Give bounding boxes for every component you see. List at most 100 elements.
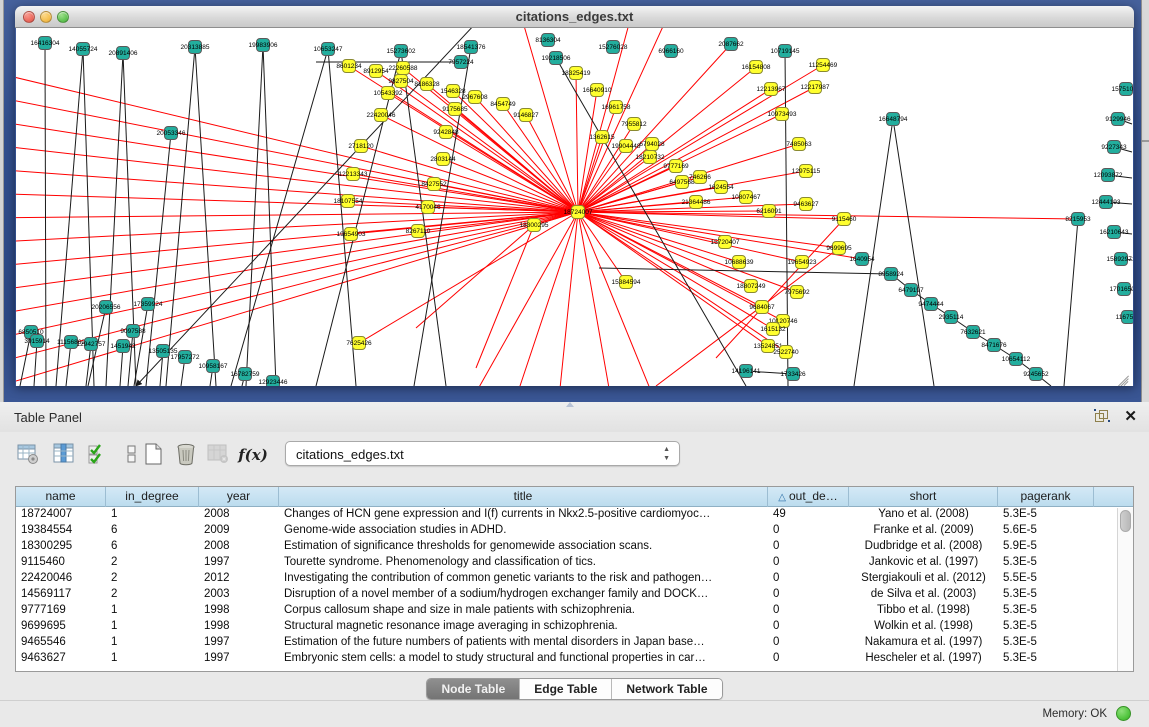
table-cell[interactable]: 1997 [199, 651, 279, 667]
table-cell[interactable]: Nakamura et al. (1997) [849, 635, 998, 651]
table-cell[interactable]: 0 [768, 539, 849, 555]
function-builder-icon[interactable]: f(x) [236, 440, 270, 470]
graph-node[interactable]: 20053346 [164, 126, 178, 140]
graph-node[interactable]: 15720407 [718, 235, 732, 249]
float-panel-icon[interactable] [1095, 410, 1109, 424]
graph-node[interactable]: 11254469 [816, 58, 830, 72]
table-cell[interactable]: 9463627 [16, 651, 106, 667]
table-cell[interactable]: Wolkin et al. (1998) [849, 619, 998, 635]
citation-edge-red[interactable] [401, 81, 578, 212]
table-row[interactable]: 1938455462009Genome-wide association stu… [16, 523, 1133, 539]
graph-node[interactable]: 9097588 [126, 324, 140, 338]
network-window-titlebar[interactable]: citations_edges.txt [15, 6, 1134, 28]
graph-node[interactable]: 6966160 [664, 44, 678, 58]
table-cell[interactable]: 0 [768, 635, 849, 651]
table-row[interactable]: 1830029562008Estimation of significance … [16, 539, 1133, 555]
table-cell[interactable]: Tourette syndrome. Phenomenology and cla… [279, 555, 768, 571]
delete-trash-icon[interactable] [172, 440, 200, 470]
graph-node[interactable]: 12942757 [84, 337, 98, 351]
table-cell[interactable]: 19384554 [16, 523, 106, 539]
citation-edge-black[interactable] [45, 43, 46, 386]
table-row[interactable]: 2242004622012Investigating the contribut… [16, 571, 1133, 587]
graph-node[interactable]: 18300295 [527, 218, 541, 232]
graph-node[interactable]: 20891406 [116, 46, 130, 60]
graph-node[interactable]: 12217987 [808, 80, 822, 94]
graph-node[interactable]: 2522740 [779, 345, 793, 359]
table-cell[interactable]: 1 [106, 507, 199, 523]
table-cell[interactable]: 2003 [199, 587, 279, 603]
graph-node[interactable]: 16782759 [238, 367, 252, 381]
citation-edge-black[interactable] [83, 49, 94, 386]
table-cell[interactable]: 1997 [199, 635, 279, 651]
graph-node[interactable]: 10654112 [1009, 352, 1023, 366]
graph-node[interactable]: 7975692 [790, 285, 804, 299]
citation-edge-red[interactable] [578, 212, 768, 346]
graph-node[interactable]: 19654903 [344, 227, 358, 241]
table-cell[interactable]: 2 [106, 571, 199, 587]
graph-node[interactable]: 12975115 [799, 164, 813, 178]
table-cell[interactable]: Corpus callosum shape and size in male p… [279, 603, 768, 619]
graph-node[interactable]: 16154808 [749, 60, 763, 74]
graph-node[interactable]: 6497568 [675, 175, 689, 189]
citation-edge-red[interactable] [578, 212, 802, 262]
table-cell[interactable]: 2012 [199, 571, 279, 587]
graph-node[interactable]: 9242848 [439, 125, 453, 139]
splitter-handle[interactable] [566, 402, 574, 407]
graph-node[interactable]: 9115460 [837, 212, 851, 226]
table-cell[interactable]: 49 [768, 507, 849, 523]
graph-node[interactable]: 746266 [693, 170, 707, 184]
table-row[interactable]: 946554611997Estimation of the future num… [16, 635, 1133, 651]
table-row[interactable]: 1872400712008Changes of HCN gene express… [16, 507, 1133, 523]
table-cell[interactable]: 0 [768, 523, 849, 539]
table-cell[interactable]: 1998 [199, 619, 279, 635]
graph-node[interactable]: 1615132 [766, 322, 780, 336]
citation-edge-red[interactable] [361, 146, 578, 212]
table-cell[interactable]: Stergiakouli et al. (2012) [849, 571, 998, 587]
table-row[interactable]: 977716911998Corpus callosum shape and si… [16, 603, 1133, 619]
graph-node[interactable]: 1733426 [786, 367, 800, 381]
graph-node[interactable]: 18210732 [643, 150, 657, 164]
graph-node[interactable]: 1640954 [855, 252, 869, 266]
table-cell[interactable]: 9465546 [16, 635, 106, 651]
graph-node[interactable]: 9474444 [924, 297, 938, 311]
table-cell[interactable]: 5.3E-5 [998, 587, 1094, 603]
table-cell[interactable]: 5.3E-5 [998, 555, 1094, 571]
citation-edge-black[interactable] [195, 47, 216, 386]
graph-node[interactable]: 3915914 [30, 334, 44, 348]
citation-edge-red[interactable] [16, 93, 578, 212]
column-header-in_degree[interactable]: in_degree [106, 487, 199, 507]
column-header-short[interactable]: short [849, 487, 998, 507]
graph-node[interactable]: 9227343 [1107, 140, 1121, 154]
graph-node[interactable]: 9245652 [1029, 367, 1043, 381]
graph-node[interactable]: 17957272 [178, 350, 192, 364]
table-cell[interactable]: 2008 [199, 539, 279, 555]
graph-node[interactable]: 11156862 [64, 335, 78, 349]
table-row[interactable]: 911546021997Tourette syndrome. Phenomeno… [16, 555, 1133, 571]
table-cell[interactable]: 0 [768, 555, 849, 571]
table-cell[interactable]: 2 [106, 587, 199, 603]
graph-node[interactable]: 18325419 [569, 66, 583, 80]
graph-node[interactable]: 18541376 [464, 40, 478, 54]
graph-node[interactable]: 9175685 [448, 102, 462, 116]
vertical-scrollbar[interactable] [1117, 508, 1133, 671]
graph-node[interactable]: 9699695 [832, 241, 846, 255]
graph-node[interactable]: 10543392 [381, 86, 395, 100]
graph-node[interactable]: 1167533 [1121, 310, 1133, 324]
graph-node[interactable]: 2087662 [724, 37, 738, 51]
graph-node[interactable]: 8454749 [496, 97, 510, 111]
citation-edge-black[interactable] [1064, 219, 1078, 386]
table-cell[interactable]: 9777169 [16, 603, 106, 619]
graph-node[interactable]: 1451942 [116, 339, 130, 353]
citation-edge-red[interactable] [456, 212, 578, 386]
tab-network-table[interactable]: Network Table [612, 679, 721, 699]
graph-node[interactable]: 2803144 [436, 152, 450, 166]
table-cell[interactable]: Disruption of a novel member of a sodium… [279, 587, 768, 603]
table-cell[interactable]: Investigating the contribution of common… [279, 571, 768, 587]
citation-edge-red[interactable] [578, 212, 797, 292]
graph-node[interactable]: 8267110 [411, 224, 425, 238]
table-cell[interactable]: 5.3E-5 [998, 619, 1094, 635]
graph-node[interactable]: 9777169 [669, 159, 683, 173]
graph-node[interactable]: 15384594 [619, 275, 633, 289]
graph-node[interactable]: 22420046 [374, 108, 388, 122]
table-cell[interactable]: 5.6E-5 [998, 523, 1094, 539]
